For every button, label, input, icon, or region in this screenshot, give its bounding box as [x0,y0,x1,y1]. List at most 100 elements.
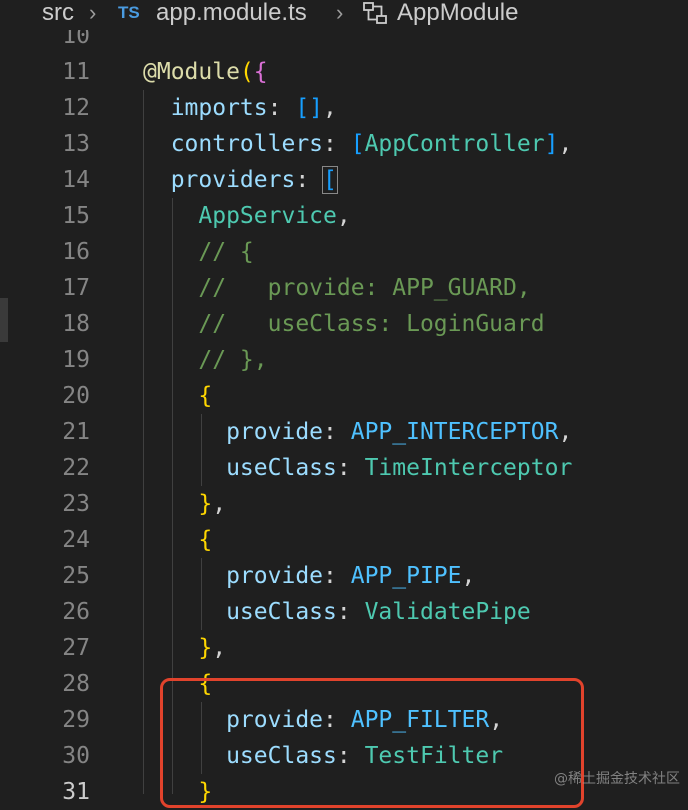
code-text: provide: APP_PIPE, [143,558,475,594]
code-line[interactable]: 22 useClass: TimeInterceptor [0,450,688,486]
code-token: // provide: APP_GUARD, [143,275,531,301]
code-line[interactable]: 13 controllers: [AppController], [0,126,688,162]
code-token: provide [143,563,324,589]
line-number: 13 [62,131,90,157]
indent-guide [201,414,202,486]
line-number: 15 [62,203,90,229]
module-icon [363,2,387,24]
line-number: 28 [62,671,90,697]
line-number: 18 [62,311,90,337]
code-line[interactable]: 20 { [0,378,688,414]
code-token: [ [350,131,365,157]
code-text: // }, [143,342,268,378]
code-token: ] [544,131,559,157]
code-text: controllers: [AppController], [143,126,573,162]
code-line[interactable]: 17 // provide: APP_GUARD, [0,270,688,306]
code-token: : [323,563,351,589]
code-token: : [336,455,365,481]
code-line[interactable]: 21 provide: APP_INTERCEPTOR, [0,414,688,450]
code-token: , [558,419,573,445]
breadcrumb-folder[interactable]: src [42,0,74,28]
code-token: // { [143,239,254,265]
code-token: , [461,563,476,589]
code-token: TimeInterceptor [364,455,573,481]
code-line[interactable]: 24 { [0,522,688,558]
code-token: , [336,203,351,229]
code-token: controllers [143,131,324,157]
line-number: 22 [62,455,90,481]
code-text: AppService, [143,198,351,234]
line-number: 27 [62,635,90,661]
code-line[interactable]: 15 AppService, [0,198,688,234]
chevron-right-icon: › [336,0,344,25]
code-token: : [323,419,351,445]
code-line[interactable]: 26 useClass: ValidatePipe [0,594,688,630]
breadcrumb-file[interactable]: app.module.ts [156,0,307,28]
line-number: 17 [62,275,90,301]
line-number: 29 [62,707,90,733]
code-line[interactable]: 18 // useClass: LoginGuard [0,306,688,342]
code-line[interactable]: 11 @Module({ [0,54,688,90]
code-token: : [323,131,351,157]
code-token: : [267,95,296,121]
line-number: 19 [62,347,90,373]
watermark: @稀土掘金技术社区 [554,771,680,787]
code-token: { [253,59,268,85]
code-text: imports: [], [143,90,337,126]
code-text: // useClass: LoginGuard [143,306,544,342]
code-token: imports [143,95,268,121]
chevron-right-icon: › [89,0,97,25]
line-number: 11 [62,59,90,85]
code-token: @Module [143,59,240,85]
code-text: }, [143,486,226,522]
code-line[interactable]: 16 // { [0,234,688,270]
code-line[interactable]: 23 }, [0,486,688,522]
line-number: 24 [62,527,90,553]
code-token: , [558,131,573,157]
code-token: { [143,383,213,409]
code-token: , [323,95,337,121]
line-number: 30 [62,743,90,769]
code-line[interactable]: 19 // }, [0,342,688,378]
code-token: providers [143,167,296,193]
code-token: { [143,527,213,553]
code-text: providers: [ [143,162,338,198]
code-token: ( [239,59,254,85]
code-line[interactable]: 25 provide: APP_PIPE, [0,558,688,594]
code-editor[interactable]: 10 11 @Module({12 imports: [], 13 controlle… [0,0,688,808]
breadcrumb-symbol[interactable]: AppModule [397,0,518,28]
code-line[interactable]: 12 imports: [], [0,90,688,126]
line-number: 31 [62,779,90,805]
code-token: } [143,635,213,661]
typescript-file-icon: TS [118,3,140,22]
line-number: 26 [62,599,90,625]
annotation-highlight-box [160,678,584,808]
code-line[interactable]: 14 providers: [ [0,162,688,198]
code-token: AppController [364,131,545,157]
code-token: , [212,491,227,517]
code-token: APP_INTERCEPTOR [350,419,559,445]
code-line[interactable]: 27 }, [0,630,688,666]
line-number: 23 [62,491,90,517]
code-token: provide [143,419,324,445]
code-text: { [143,378,212,414]
indent-guide [143,90,144,794]
code-token: , [212,635,227,661]
code-text: { [143,522,212,558]
code-text: provide: APP_INTERCEPTOR, [143,414,572,450]
line-number: 21 [62,419,90,445]
code-token: } [143,491,213,517]
code-text: }, [143,630,226,666]
code-text: // provide: APP_GUARD, [143,270,531,306]
line-number: 12 [62,95,90,121]
indent-guide [201,558,202,630]
code-token: // }, [143,347,268,373]
code-token: : [295,167,324,193]
line-number: 16 [62,239,90,265]
line-number: 25 [62,563,90,589]
line-number: 20 [62,383,90,409]
code-text: // { [143,234,254,270]
code-token: APP_PIPE [350,563,462,589]
line-number: 14 [62,167,90,193]
code-token: [ [322,166,338,194]
